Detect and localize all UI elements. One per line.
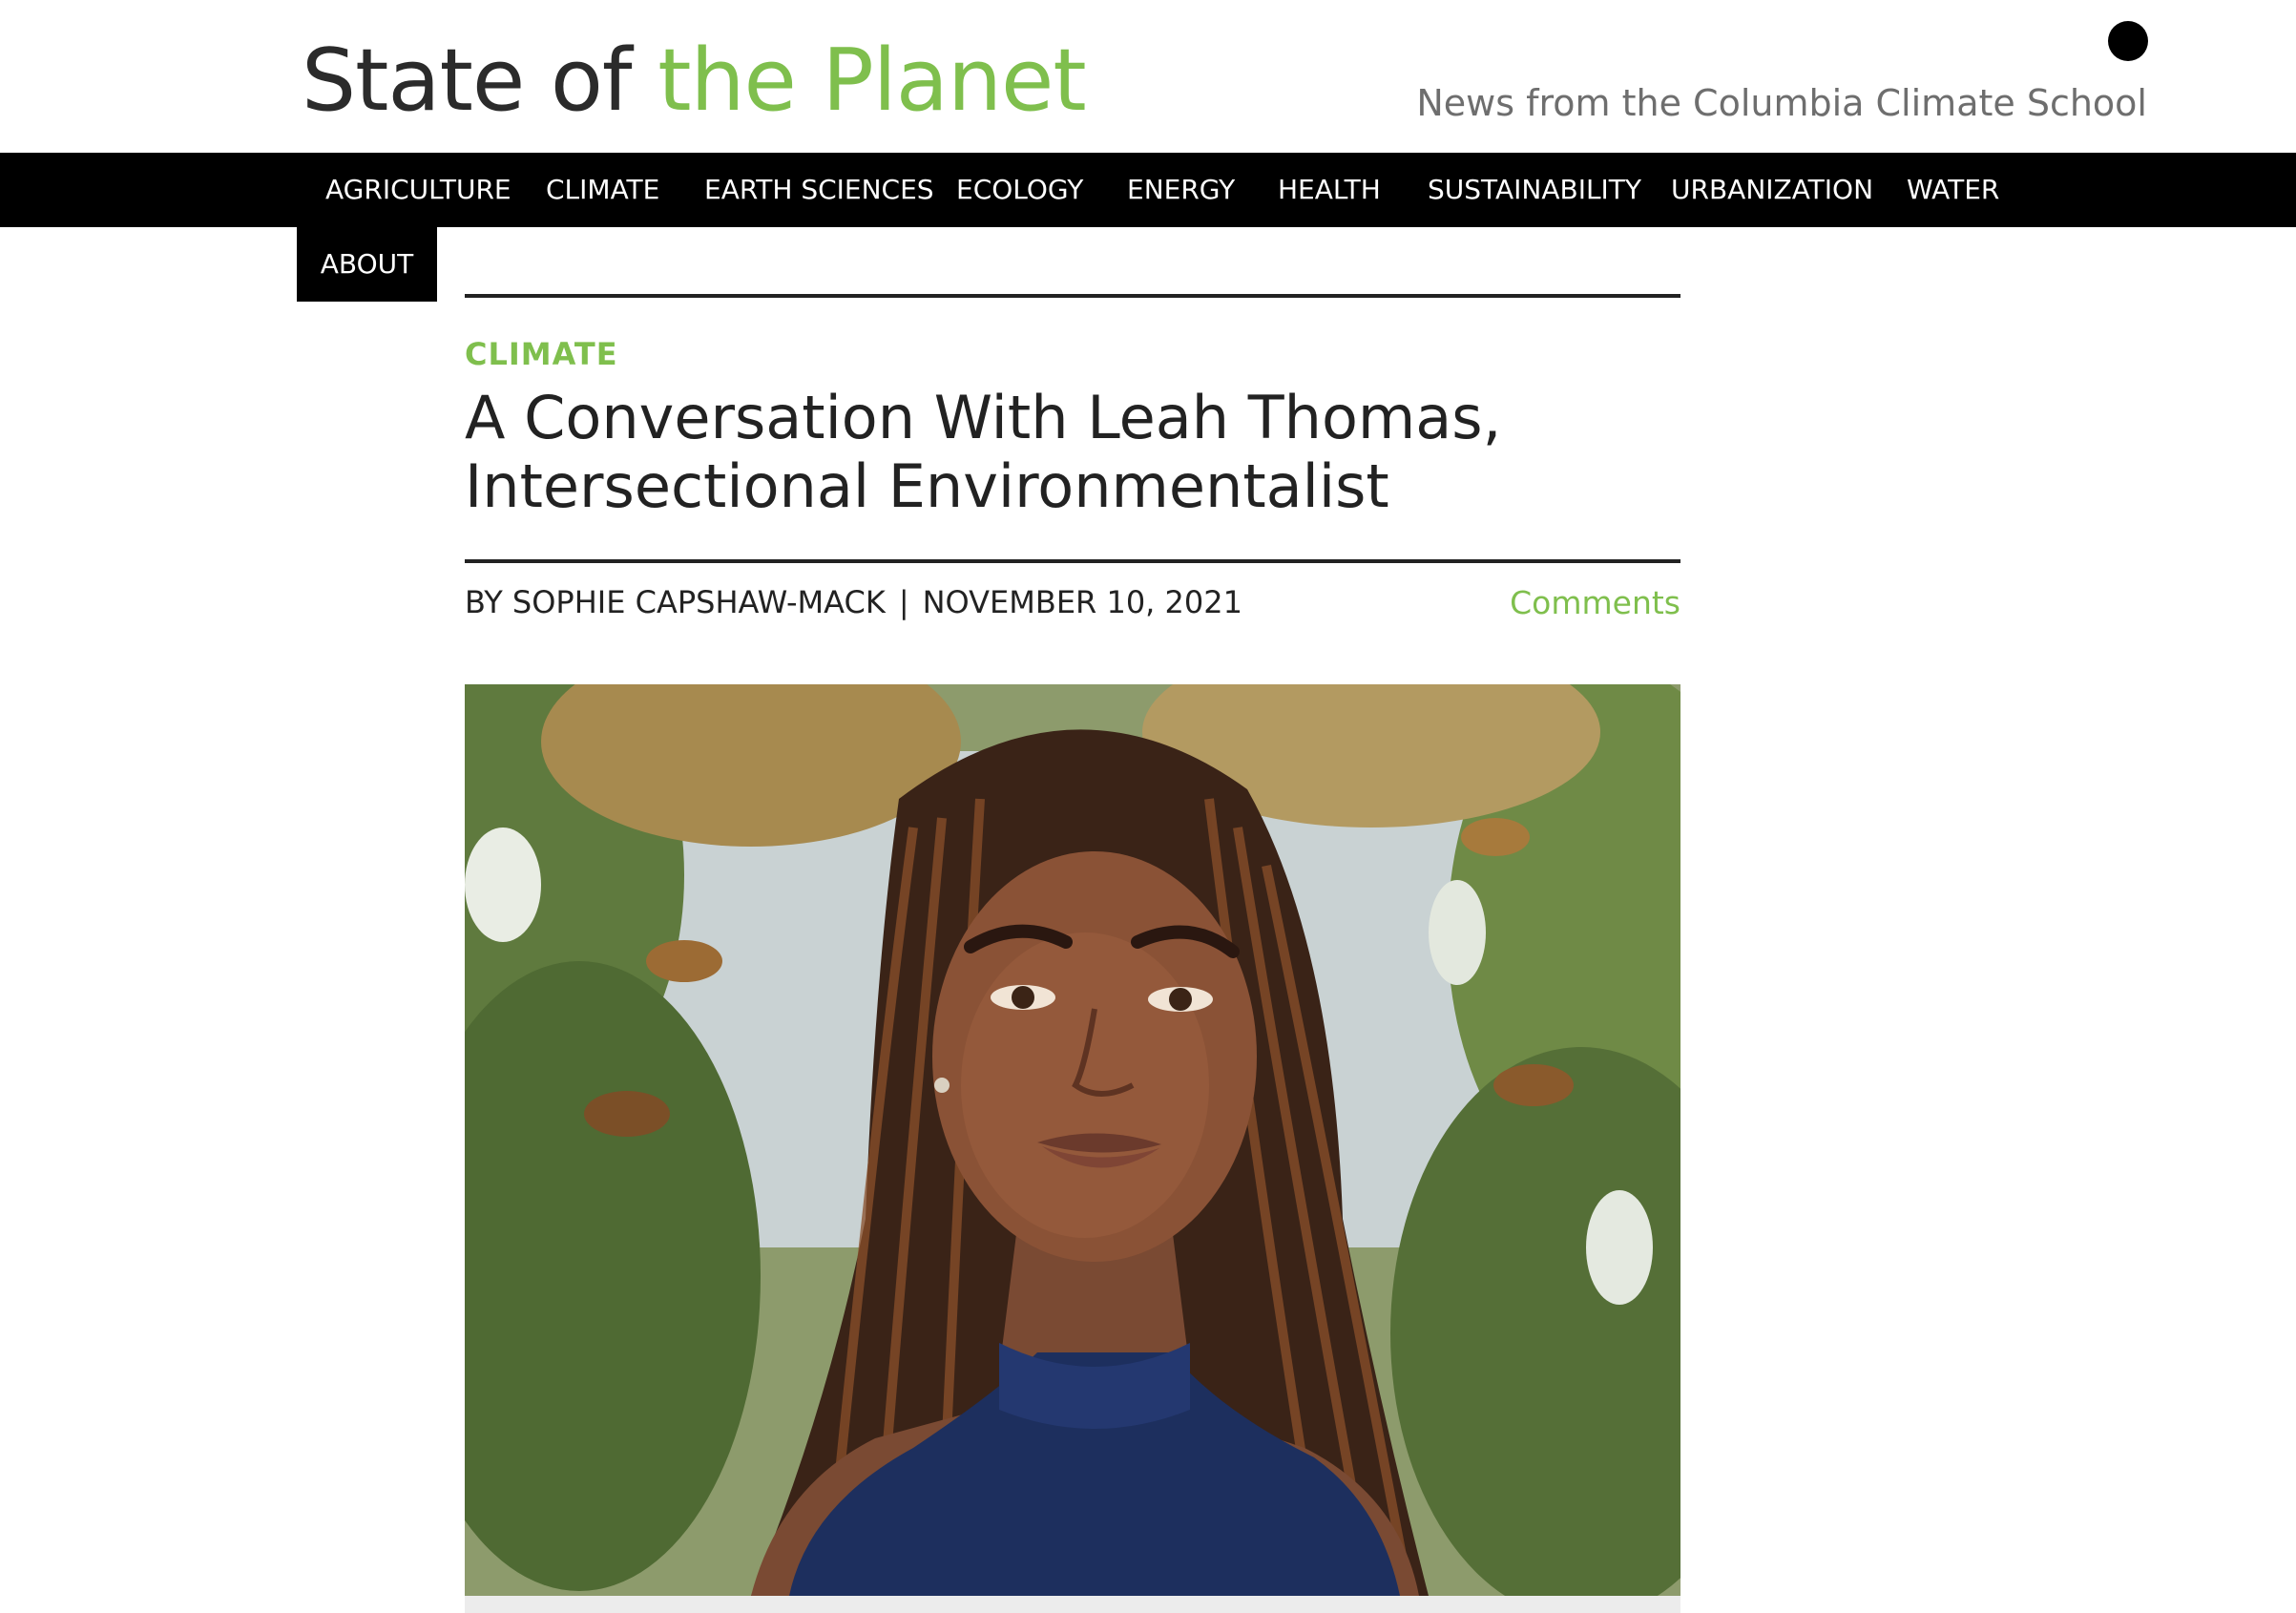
nav-item-climate[interactable]: CLIMATE: [546, 153, 659, 227]
site-tagline: News from the Columbia Climate School: [1416, 82, 2147, 124]
site-header: State of the Planet News from the Columb…: [0, 0, 2296, 153]
byline-separator: |: [898, 584, 909, 620]
nav-item-energy[interactable]: ENERGY: [1127, 153, 1235, 227]
byline-divider: [465, 559, 1680, 563]
article-title-line-1: A Conversation With Leah Thomas,: [465, 383, 1502, 452]
publish-date: NOVEMBER 10, 2021: [922, 584, 1242, 620]
nav-item-sustainability[interactable]: SUSTAINABILITY: [1428, 153, 1641, 227]
logo-text-primary: State of: [302, 31, 658, 131]
comments-link[interactable]: Comments: [1510, 584, 1680, 621]
image-caption-bar: [465, 1596, 1680, 1613]
logo-text-accent: the Planet: [657, 31, 1086, 131]
article-category[interactable]: CLIMATE: [465, 336, 618, 372]
article-hero-image: [465, 684, 1680, 1596]
site-logo[interactable]: State of the Planet: [302, 29, 1087, 134]
nav-item-urbanization[interactable]: URBANIZATION: [1671, 153, 1873, 227]
main-nav: AGRICULTURE CLIMATE EARTH SCIENCES ECOLO…: [0, 153, 2296, 227]
nav-item-water[interactable]: WATER: [1907, 153, 1999, 227]
article-byline: BY SOPHIE CAPSHAW-MACK | NOVEMBER 10, 2021: [465, 584, 1242, 620]
article-title: A Conversation With Leah Thomas, Interse…: [465, 384, 1686, 521]
nav-item-about[interactable]: ABOUT: [297, 227, 437, 302]
top-divider: [465, 294, 1680, 298]
author-name[interactable]: BY SOPHIE CAPSHAW-MACK: [465, 584, 886, 620]
nav-item-earth-sciences[interactable]: EARTH SCIENCES: [704, 153, 934, 227]
portrait-photo: [465, 684, 1680, 1596]
article-title-line-2: Intersectional Environmentalist: [465, 451, 1389, 521]
nav-item-ecology[interactable]: ECOLOGY: [956, 153, 1083, 227]
nav-item-health[interactable]: HEALTH: [1278, 153, 1381, 227]
menu-dot-icon[interactable]: [2108, 21, 2148, 61]
nav-item-agriculture[interactable]: AGRICULTURE: [325, 153, 511, 227]
